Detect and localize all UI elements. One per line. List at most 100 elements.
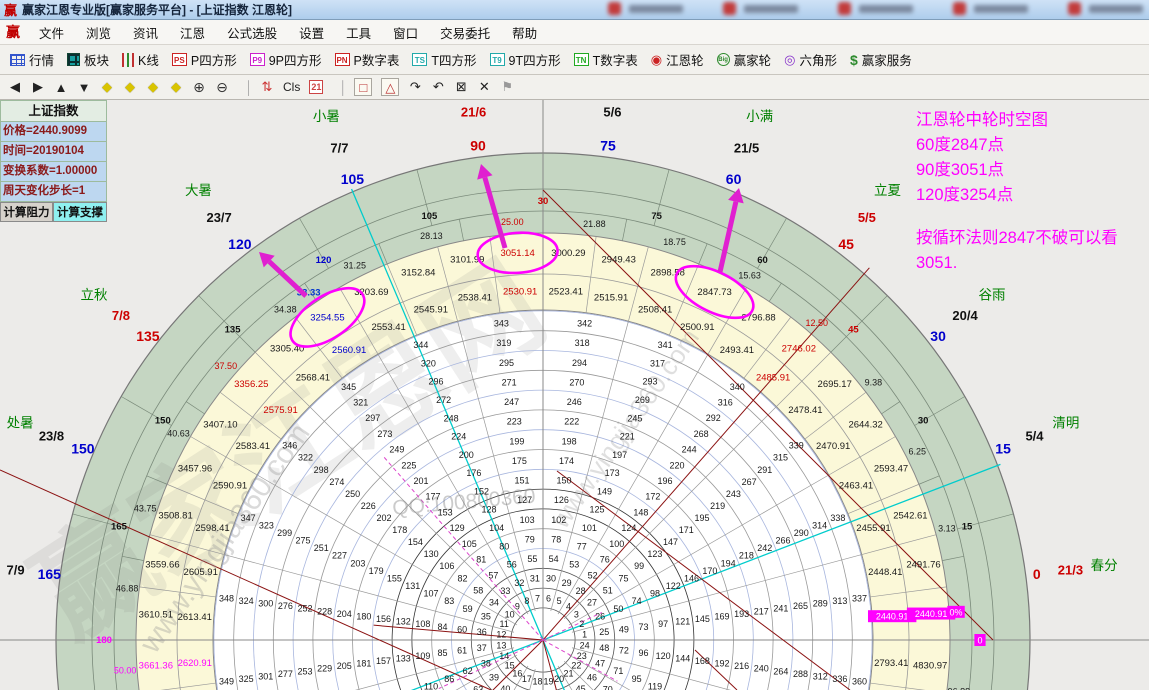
toolbar-P数字表[interactable]: PNP数字表 [335, 50, 400, 69]
svg-text:2485.91: 2485.91 [756, 373, 790, 384]
toolbar-9T四方形[interactable]: T99T四方形 [490, 50, 561, 69]
svg-text:2542.61: 2542.61 [893, 510, 927, 521]
toolbar-P四方形[interactable]: PSP四方形 [172, 50, 237, 69]
square-tool-icon[interactable]: □ [354, 78, 372, 96]
svg-text:90: 90 [470, 137, 486, 153]
triangle-tool-icon[interactable]: △ [381, 78, 399, 96]
svg-text:大暑: 大暑 [185, 183, 212, 198]
svg-text:106: 106 [439, 561, 454, 571]
toolbar-行情[interactable]: 行情 [10, 50, 54, 69]
svg-text:35: 35 [481, 611, 491, 621]
svg-text:249: 249 [389, 445, 404, 455]
svg-text:3.13: 3.13 [938, 523, 956, 533]
K线-icon [122, 53, 134, 67]
svg-text:小满: 小满 [746, 109, 773, 124]
toolbar-K线[interactable]: K线 [122, 50, 159, 69]
toolbar-T数字表[interactable]: TNT数字表 [574, 50, 638, 69]
svg-text:243: 243 [726, 489, 741, 499]
nav-forward-icon[interactable]: ▶ [31, 79, 45, 95]
toolbar-板块[interactable]: 板块 [67, 50, 109, 69]
rotate-ccw-icon[interactable]: ↶ [431, 79, 445, 95]
svg-text:小暑: 小暑 [313, 109, 340, 124]
svg-text:7/7: 7/7 [330, 140, 348, 155]
计算阻力-button[interactable]: 计算阻力 [0, 202, 53, 222]
svg-text:247: 247 [504, 397, 519, 407]
toolbar-六角形[interactable]: ◎六角形 [784, 50, 837, 69]
rotate-cw-icon[interactable]: ↷ [408, 79, 422, 95]
menu-浏览[interactable]: 浏览 [75, 23, 122, 42]
svg-text:81: 81 [476, 555, 486, 565]
svg-text:21.88: 21.88 [583, 219, 606, 229]
svg-text:57: 57 [488, 570, 498, 580]
svg-text:127: 127 [517, 495, 532, 505]
pan-up-icon[interactable]: ◆ [146, 79, 160, 95]
panel-row: 周天变化步长=1 [0, 182, 107, 202]
svg-text:178: 178 [392, 525, 407, 535]
collapse-tool-icon[interactable]: ✕ [477, 79, 491, 95]
menu-文件[interactable]: 文件 [28, 23, 75, 42]
svg-text:2746.02: 2746.02 [782, 343, 816, 354]
menu-交易委托[interactable]: 交易委托 [429, 23, 501, 42]
nav-back-icon[interactable]: ◀ [8, 79, 22, 95]
updown-marker-icon[interactable]: ⇅ [260, 79, 274, 95]
svg-text:7/9: 7/9 [7, 563, 25, 578]
svg-text:2620.91: 2620.91 [178, 658, 212, 669]
toolbar-T四方形[interactable]: TST四方形 [412, 50, 476, 69]
zoom-out-icon[interactable]: ⊖ [215, 79, 229, 96]
pointer-up-icon[interactable]: ▲ [54, 80, 68, 95]
cls-button[interactable]: Cls [283, 80, 300, 94]
menu-资讯[interactable]: 资讯 [122, 23, 169, 42]
svg-text:313: 313 [832, 596, 847, 606]
menu-窗口[interactable]: 窗口 [382, 23, 429, 42]
drawing-toolbar: ◀▶▲▼◆◆◆◆⊕⊖│⇅Cls21│□△↷↶⊠✕⚑ [0, 75, 1149, 100]
svg-text:70: 70 [603, 685, 613, 690]
menu-设置[interactable]: 设置 [288, 23, 335, 42]
svg-text:18: 18 [533, 677, 543, 687]
svg-text:32: 32 [514, 578, 524, 588]
toolbar-赢家轮[interactable]: Big赢家轮 [717, 50, 772, 69]
svg-text:立秋: 立秋 [80, 287, 107, 302]
menu-工具[interactable]: 工具 [335, 23, 382, 42]
svg-text:315: 315 [773, 453, 788, 463]
svg-text:73: 73 [639, 622, 649, 632]
svg-text:26: 26 [595, 611, 605, 621]
svg-text:226: 226 [361, 501, 376, 511]
svg-text:135: 135 [136, 328, 160, 344]
window-title: 赢家江恩专业版[赢家服务平台] - [上证指数 江恩轮] [22, 1, 292, 18]
svg-text:133: 133 [396, 653, 411, 663]
toolbar-江恩轮[interactable]: ◉江恩轮 [651, 50, 704, 69]
box-x-tool-icon[interactable]: ⊠ [454, 79, 468, 95]
svg-text:266: 266 [776, 536, 791, 546]
svg-text:320: 320 [421, 358, 436, 368]
toolbar-label: 江恩轮 [666, 50, 704, 69]
赢家轮-icon: Big [717, 53, 730, 66]
pointer-down-icon[interactable]: ▼ [77, 80, 91, 95]
calendar-icon[interactable]: 21 [309, 80, 323, 94]
menu-江恩[interactable]: 江恩 [169, 23, 216, 42]
svg-text:74: 74 [632, 596, 642, 606]
svg-text:50.00: 50.00 [114, 666, 137, 676]
svg-text:109: 109 [415, 651, 430, 661]
svg-text:12: 12 [496, 630, 506, 640]
menu-帮助[interactable]: 帮助 [501, 23, 548, 42]
menu-logo-icon: 赢 [6, 22, 20, 42]
flag-tool-icon[interactable]: ⚑ [500, 79, 514, 95]
menu-bar: 赢 文件浏览资讯江恩公式选股设置工具窗口交易委托帮助 [0, 20, 1149, 45]
svg-text:349: 349 [219, 677, 234, 687]
toolbar-9P四方形[interactable]: P99P四方形 [250, 50, 322, 69]
svg-text:321: 321 [353, 397, 368, 407]
pan-right-icon[interactable]: ◆ [123, 79, 137, 95]
svg-text:85: 85 [437, 648, 447, 658]
svg-text:273: 273 [377, 429, 392, 439]
svg-text:60: 60 [757, 255, 768, 266]
svg-text:59: 59 [463, 604, 473, 614]
计算支撑-button[interactable]: 计算支撑 [53, 202, 107, 222]
pan-left-icon[interactable]: ◆ [100, 79, 114, 95]
svg-text:28: 28 [576, 586, 586, 596]
pan-down-icon[interactable]: ◆ [169, 79, 183, 95]
menu-公式选股[interactable]: 公式选股 [216, 23, 288, 42]
svg-text:80: 80 [499, 541, 509, 551]
zoom-in-icon[interactable]: ⊕ [192, 79, 206, 96]
svg-text:45: 45 [576, 684, 586, 690]
toolbar-赢家服务[interactable]: $赢家服务 [850, 50, 912, 69]
